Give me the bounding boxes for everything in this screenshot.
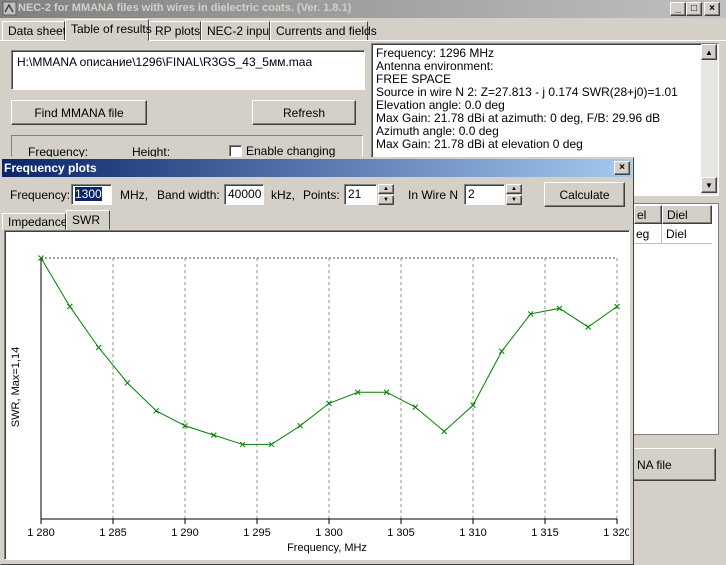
data-point [585,324,592,330]
data-point [297,422,304,429]
table-header-cell: el [634,205,662,224]
results-scrollbar[interactable]: ▲ ▼ [701,44,718,195]
fp-wire-spinner[interactable]: ▲ ▼ [506,184,522,205]
file-path-field[interactable]: H:\MMANA описание\1296\FINAL\R3GS_43_5мм… [11,50,365,90]
x-tick-label: 1 320 [603,527,629,539]
find-mmana-file-button[interactable]: Find MMANA file [11,100,147,125]
spin-down-icon[interactable]: ▼ [506,195,522,205]
tab-table-of-results[interactable]: Table of results [65,19,152,41]
result-line: Elevation angle: 0.0 deg [376,98,505,112]
enable-changing-checkbox[interactable] [229,145,242,157]
fp-points-label: Points: [303,188,340,202]
fp-bandwidth-input[interactable]: 40000 [224,184,264,205]
result-line: FREE SPACE [376,72,452,86]
calculate-button[interactable]: Calculate [544,182,625,207]
result-line: Frequency: 1296 MHz [376,46,495,60]
tab-rp-plots[interactable]: RP plots [149,21,201,41]
x-tick-label: 1 280 [27,527,55,539]
fp-frequency-label: Frequency: [10,188,71,202]
data-point [210,432,217,438]
tab-data-sheet[interactable]: Data sheet [2,21,66,41]
main-title-bar[interactable]: NEC-2 for MMANA files with wires in diel… [0,0,726,18]
fp-points-spinner[interactable]: ▲ ▼ [378,184,394,205]
table-cell: Diel [662,224,712,244]
enable-changing-label: Enable changing [246,144,336,158]
tab-nec2-input[interactable]: NEC-2 input [201,21,272,41]
spin-down-icon[interactable]: ▼ [378,195,394,205]
fp-bandwidth-unit: kHz, [271,188,295,202]
data-point [441,428,448,435]
swr-chart: 1 280 1 285 1 290 1 295 1 300 1 305 1 310 1 315… [10,255,629,554]
spin-up-icon[interactable]: ▲ [506,184,522,194]
result-line: Max Gain: 21.78 dBi at elevation 0 deg [376,137,583,151]
fp-wire-label: In Wire N [408,188,459,202]
result-line: Azimuth angle: 0.0 deg [376,124,499,138]
subtab-impedance[interactable]: Impedance [2,213,67,230]
data-point [412,404,419,410]
scroll-up-icon[interactable]: ▲ [701,44,717,60]
fp-frequency-value: 1300 [75,187,102,201]
window-title: NEC-2 for MMANA files with wires in diel… [18,2,352,14]
x-axis-label: Frequency, MHz [287,542,367,554]
data-point [95,344,102,351]
y-axis-label: SWR, Max=1,14 [10,347,22,427]
data-point [66,303,73,310]
grid-lines [41,257,618,519]
fp-wire-input[interactable]: 2 [464,184,505,205]
result-line: Max Gain: 21.78 dBi at azimuth: 0 deg, F… [376,111,661,125]
refresh-button[interactable]: Refresh [252,100,356,125]
x-tick-labels: 1 280 1 285 1 290 1 295 1 300 1 305 1 310 1 315… [27,519,629,539]
fp-bandwidth-label: Band width: [157,188,220,202]
data-point [153,408,160,414]
minimize-button[interactable]: _ [670,2,686,16]
scroll-down-icon[interactable]: ▼ [701,177,717,193]
tab-currents-and-fields[interactable]: Currents and fields [270,21,377,41]
x-tick-label: 1 285 [99,527,127,539]
frequency-plots-title: Frequency plots [4,161,97,175]
x-tick-label: 1 290 [171,527,199,539]
spin-up-icon[interactable]: ▲ [378,184,394,194]
frequency-plots-close-button[interactable]: × [614,161,630,175]
maximize-button[interactable]: □ [686,2,702,16]
data-point [326,400,332,407]
x-tick-label: 1 310 [459,527,487,539]
x-tick-label: 1 315 [531,527,559,539]
result-line: Source in wire N 2: Z=27.813 - j 0.174 S… [376,85,678,99]
result-line: Antenna environment: [376,59,494,73]
swr-plot-panel: 1 280 1 285 1 290 1 295 1 300 1 305 1 310 1 315… [4,230,630,560]
close-button[interactable]: × [704,2,720,16]
find-mmana-file-button-partial[interactable]: NA file [632,448,716,481]
table-cell: eg [634,224,662,244]
x-tick-label: 1 295 [243,527,271,539]
fp-frequency-input[interactable]: 1300 [71,184,112,205]
subtab-swr[interactable]: SWR [66,210,110,230]
fp-frequency-unit: MHz, [120,188,148,202]
axes [40,258,617,520]
table-header-cell: Diel [662,205,712,224]
data-point [498,348,505,355]
x-tick-label: 1 305 [387,527,415,539]
frequency-plots-title-bar[interactable]: Frequency plots × [2,159,632,177]
app-icon [2,1,17,16]
data-point [124,380,131,386]
x-tick-label: 1 300 [315,527,343,539]
fp-points-input[interactable]: 21 [344,184,377,205]
